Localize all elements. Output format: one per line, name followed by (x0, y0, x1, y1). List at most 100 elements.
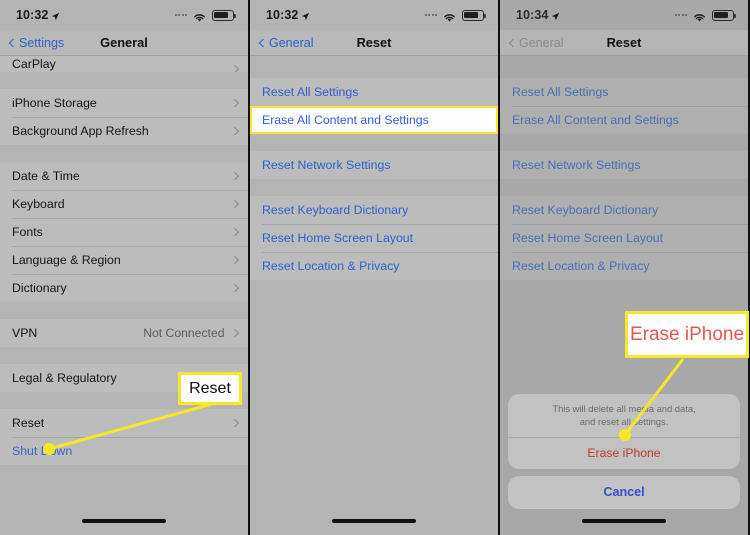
reset-group-primary: Reset All Settings Erase All Content and… (500, 78, 748, 134)
settings-group-locale: Date & Time Keyboard Fonts Language & Re… (0, 162, 248, 302)
row-keyboard[interactable]: Keyboard (0, 190, 248, 218)
location-arrow-icon (551, 10, 560, 20)
status-time: 10:32 (266, 8, 299, 22)
row-background-app-refresh[interactable]: Background App Refresh (0, 117, 248, 145)
row-label: Erase All Content and Settings (512, 113, 679, 127)
row-reset-network-settings: Reset Network Settings (500, 151, 748, 179)
settings-group-carplay: CarPlay (0, 56, 248, 72)
chevron-right-icon (230, 284, 239, 292)
home-indicator (332, 519, 416, 523)
three-panel-screenshot: 10:32 Settings General CarPlay iPhone St… (0, 0, 750, 535)
nav-bar: Settings General (0, 30, 248, 56)
signal-dots-icon (174, 14, 187, 16)
action-sheet-body: This will delete all media and data, and… (508, 394, 740, 469)
chevron-right-icon (230, 99, 239, 107)
home-indicator (82, 519, 166, 523)
reset-group-misc: Reset Keyboard Dictionary Reset Home Scr… (500, 196, 748, 280)
row-label: Reset Keyboard Dictionary (262, 203, 409, 217)
callout-erase-iphone: Erase iPhone (625, 311, 749, 358)
signal-dots-icon (424, 14, 437, 16)
status-time-group: 10:32 (16, 8, 60, 22)
row-reset[interactable]: Reset (0, 409, 248, 437)
row-label: Erase All Content and Settings (262, 113, 429, 127)
row-label: Reset Network Settings (512, 158, 641, 172)
signal-dots-icon (674, 14, 687, 16)
row-reset-location-privacy: Reset Location & Privacy (500, 252, 748, 280)
back-button-general[interactable]: General (258, 36, 313, 50)
nav-bar: General Reset (250, 30, 498, 56)
row-label: VPN (12, 326, 38, 340)
row-reset-keyboard-dictionary[interactable]: Reset Keyboard Dictionary (250, 196, 498, 224)
row-label: Reset (12, 416, 45, 430)
reset-group-primary: Reset All Settings Erase All Content and… (250, 78, 498, 134)
battery-icon (712, 9, 736, 21)
chevron-right-icon (230, 329, 239, 337)
panel-general-settings: 10:32 Settings General CarPlay iPhone St… (0, 0, 250, 535)
row-reset-location-privacy[interactable]: Reset Location & Privacy (250, 252, 498, 280)
row-carplay[interactable]: CarPlay (0, 56, 248, 72)
status-time-group: 10:34 (516, 8, 560, 22)
row-reset-network-settings[interactable]: Reset Network Settings (250, 151, 498, 179)
chevron-right-icon (230, 256, 239, 264)
reset-group-network: Reset Network Settings (250, 151, 498, 179)
row-label: Language & Region (12, 253, 121, 267)
row-label: Background App Refresh (12, 124, 149, 138)
status-indicators (424, 9, 486, 22)
action-sheet-message: This will delete all media and data, and… (508, 394, 740, 438)
back-button-general: General (508, 36, 563, 50)
status-indicators (674, 9, 736, 22)
home-indicator (582, 519, 666, 523)
row-label: Dictionary (12, 281, 67, 295)
wifi-icon (442, 10, 457, 22)
row-label: Reset Home Screen Layout (262, 231, 414, 245)
status-time-group: 10:32 (266, 8, 310, 22)
row-date-time[interactable]: Date & Time (0, 162, 248, 190)
row-label: Date & Time (12, 169, 80, 183)
row-reset-all-settings[interactable]: Reset All Settings (250, 78, 498, 106)
battery-icon (212, 9, 236, 21)
row-language-region[interactable]: Language & Region (0, 246, 248, 274)
status-bar: 10:34 (500, 0, 748, 30)
panel-reset-confirm: 10:34 General Reset Reset All Settings E… (500, 0, 750, 535)
row-vpn[interactable]: VPN Not Connected (0, 319, 248, 347)
chevron-right-icon (230, 64, 239, 72)
row-label: Keyboard (12, 197, 65, 211)
cancel-button[interactable]: Cancel (508, 476, 740, 509)
back-button-label: Settings (19, 35, 65, 50)
row-reset-home-screen-layout[interactable]: Reset Home Screen Layout (250, 224, 498, 252)
callout-reset: Reset (178, 372, 242, 405)
row-label: Reset Network Settings (262, 158, 391, 172)
back-button-settings[interactable]: Settings (8, 35, 65, 50)
row-reset-all-settings: Reset All Settings (500, 78, 748, 106)
status-bar: 10:32 (0, 0, 248, 30)
row-iphone-storage[interactable]: iPhone Storage (0, 89, 248, 117)
wifi-icon (692, 10, 707, 22)
row-label: Reset All Settings (262, 85, 359, 99)
row-fonts[interactable]: Fonts (0, 218, 248, 246)
action-sheet: This will delete all media and data, and… (508, 394, 740, 509)
status-time: 10:34 (516, 8, 549, 22)
row-label: Fonts (12, 225, 43, 239)
row-shut-down[interactable]: Shut Down (0, 437, 248, 465)
row-erase-all-content-and-settings[interactable]: Erase All Content and Settings (250, 106, 498, 134)
nav-bar: General Reset (500, 30, 748, 56)
chevron-left-icon (258, 38, 268, 47)
row-reset-home-screen-layout: Reset Home Screen Layout (500, 224, 748, 252)
row-label: Reset Location & Privacy (262, 259, 400, 273)
row-label: iPhone Storage (12, 96, 97, 110)
location-arrow-icon (51, 10, 60, 20)
chevron-right-icon (230, 172, 239, 180)
row-label: Reset Home Screen Layout (512, 231, 664, 245)
battery-icon (462, 9, 486, 21)
location-arrow-icon (301, 10, 310, 20)
erase-iphone-button[interactable]: Erase iPhone (508, 438, 740, 469)
row-dictionary[interactable]: Dictionary (0, 274, 248, 302)
row-reset-keyboard-dictionary: Reset Keyboard Dictionary (500, 196, 748, 224)
